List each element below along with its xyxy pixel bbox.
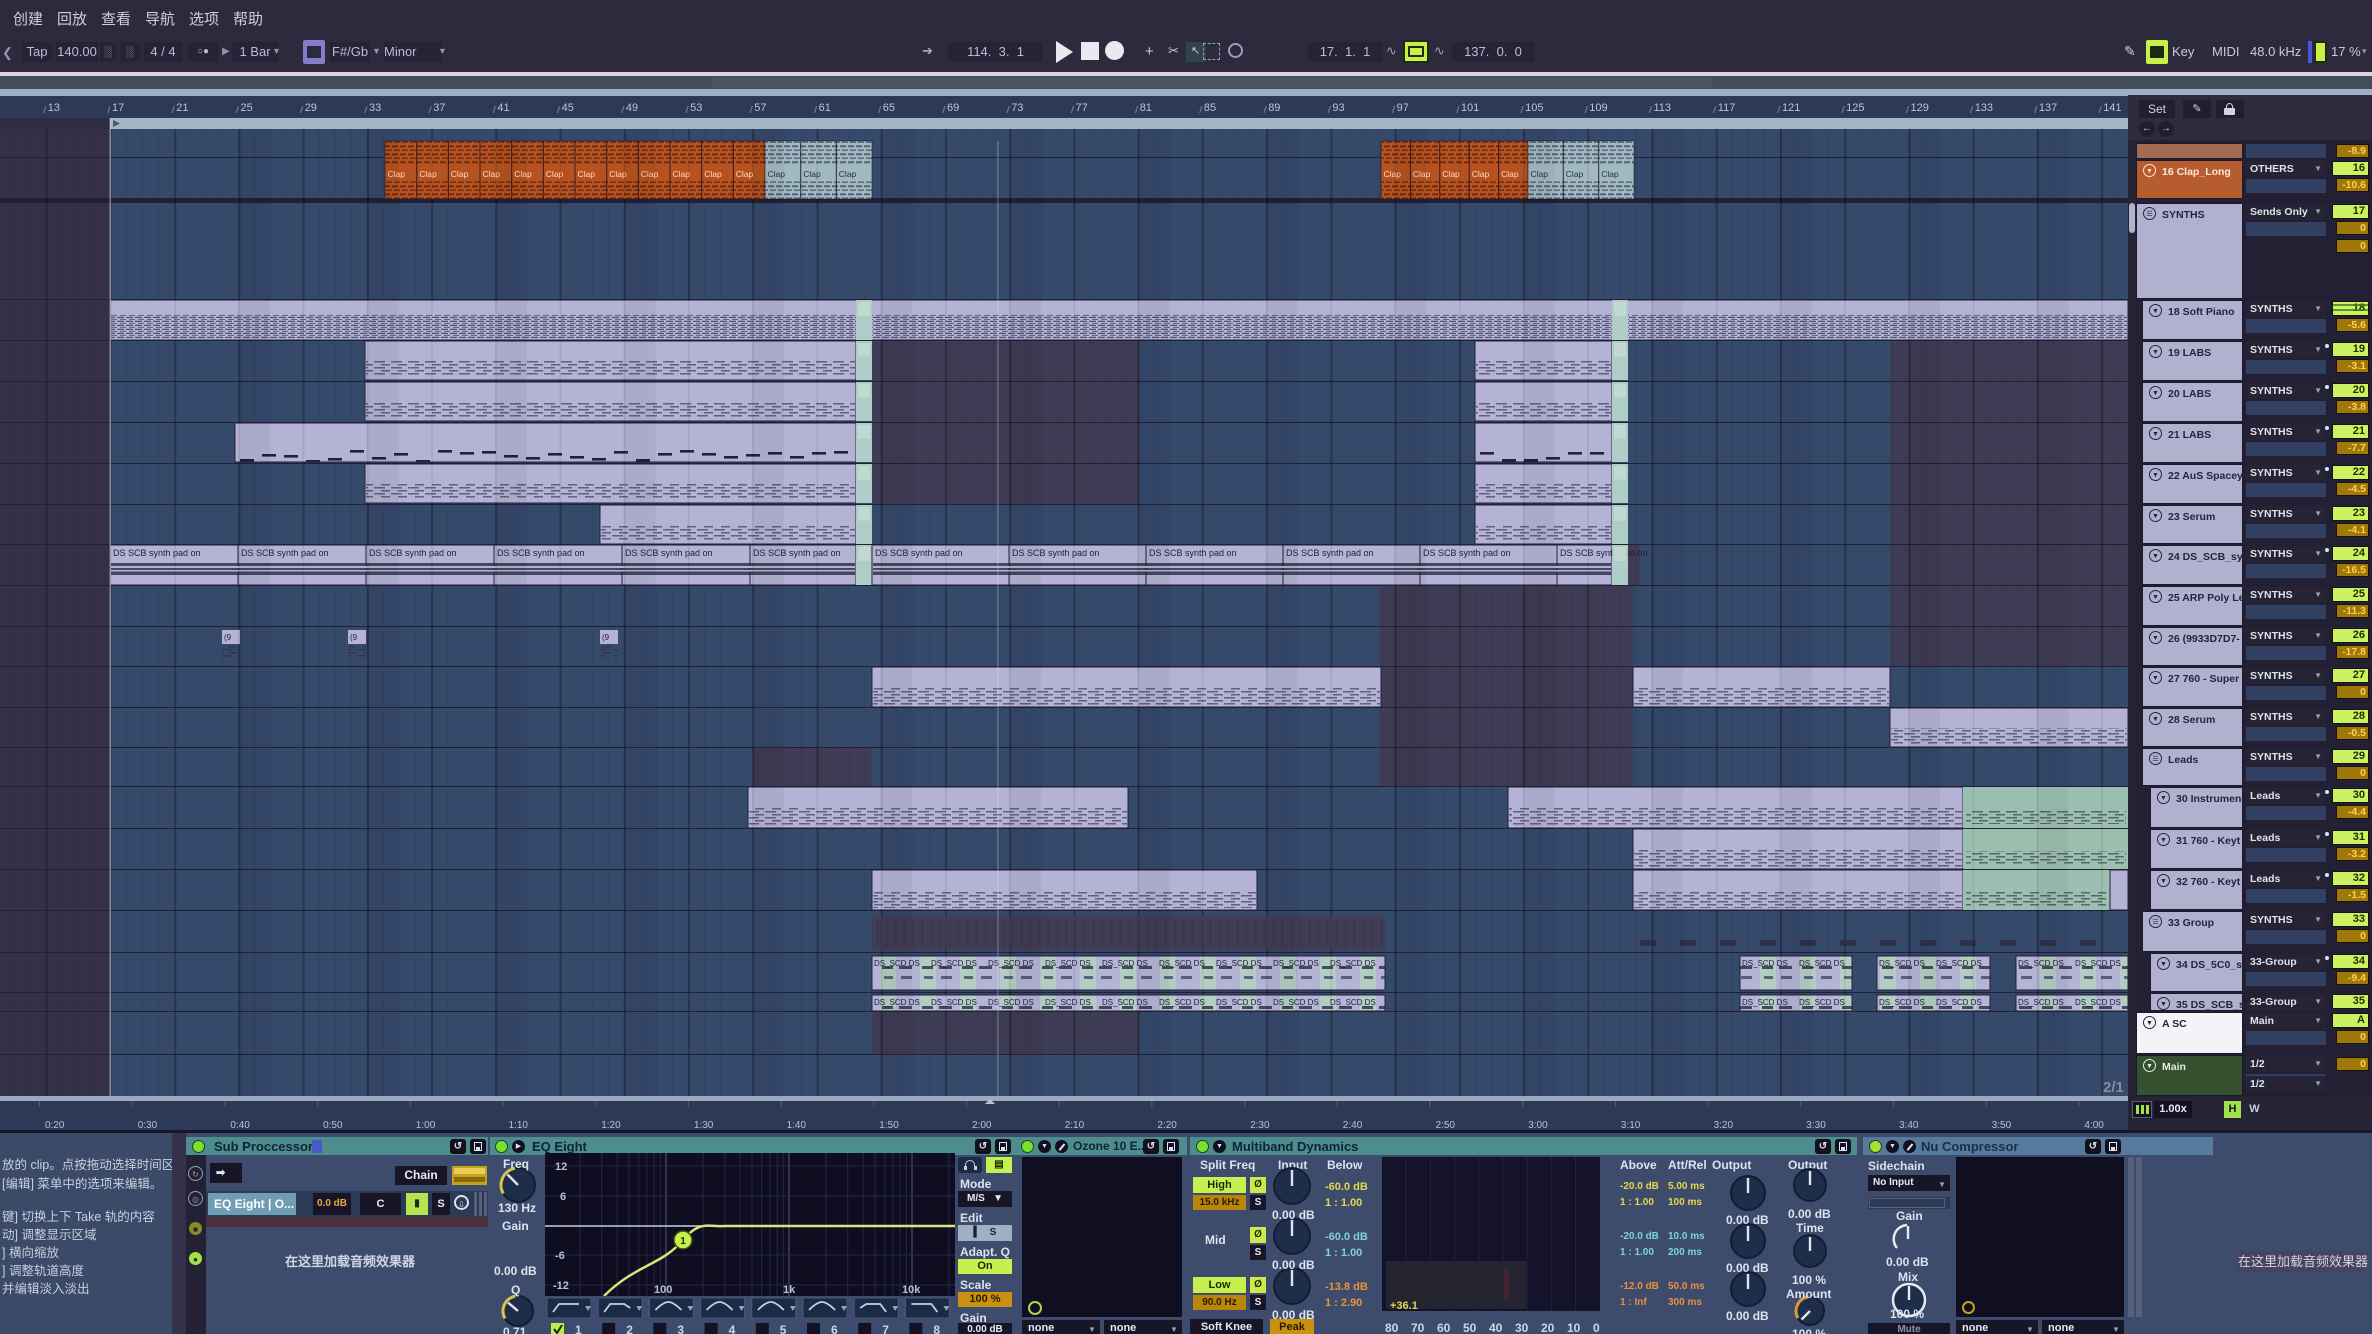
svg-text:DS_SCD DS: DS_SCD DS <box>2075 998 2121 1007</box>
svg-text:93: 93 <box>1332 102 1344 114</box>
svg-text:Clap: Clap <box>736 169 754 179</box>
svg-text:4: 4 <box>729 1323 736 1334</box>
svg-text:7: 7 <box>882 1323 889 1334</box>
svg-text:-12: -12 <box>553 1280 569 1292</box>
svg-text:41: 41 <box>497 102 509 114</box>
svg-text:DS SCB synth pad on: DS SCB synth pad on <box>1286 548 1374 558</box>
svg-text:Clap: Clap <box>1501 169 1519 179</box>
svg-text:2/1: 2/1 <box>2103 1079 2124 1096</box>
svg-text:3: 3 <box>677 1323 684 1334</box>
svg-text:100: 100 <box>654 1284 672 1296</box>
svg-text:Clap: Clap <box>839 169 857 179</box>
svg-text:49: 49 <box>626 102 638 114</box>
svg-text:29: 29 <box>305 102 317 114</box>
svg-text:1k: 1k <box>783 1284 796 1296</box>
svg-text:109: 109 <box>1589 102 1607 114</box>
svg-text:Clap: Clap <box>704 169 722 179</box>
svg-text:Clap: Clap <box>419 169 437 179</box>
svg-text:141: 141 <box>2103 102 2121 114</box>
svg-text:Clap: Clap <box>1442 169 1460 179</box>
svg-text:25: 25 <box>241 102 253 114</box>
svg-text:65: 65 <box>883 102 895 114</box>
svg-text:85: 85 <box>1204 102 1216 114</box>
svg-text:21: 21 <box>176 102 188 114</box>
svg-text:Clap: Clap <box>803 169 821 179</box>
svg-text:13: 13 <box>48 102 60 114</box>
svg-text:Clap: Clap <box>578 169 596 179</box>
svg-text:DS_SCD DS: DS_SCD DS <box>1330 959 1376 968</box>
svg-text:101: 101 <box>1461 102 1479 114</box>
svg-text:DS_SCD DS: DS_SCD DS <box>2075 959 2121 968</box>
svg-text:12: 12 <box>555 1161 567 1173</box>
svg-text:45: 45 <box>562 102 574 114</box>
svg-text:57: 57 <box>754 102 766 114</box>
svg-text:DS_SCD DS: DS_SCD DS <box>1216 959 1262 968</box>
svg-text:81: 81 <box>1140 102 1152 114</box>
svg-text:(9: (9 <box>224 633 232 642</box>
svg-text:33: 33 <box>369 102 381 114</box>
svg-text:77: 77 <box>1076 102 1088 114</box>
svg-text:DS_SCD DS: DS_SCD DS <box>1936 998 1982 1007</box>
svg-text:121: 121 <box>1782 102 1800 114</box>
svg-text:-6: -6 <box>555 1250 565 1262</box>
svg-text:17: 17 <box>112 102 124 114</box>
svg-text:125: 125 <box>1846 102 1864 114</box>
svg-text:DS SCB synth pad on: DS SCB synth pad on <box>113 548 201 558</box>
svg-text:DS_SCD DS: DS_SCD DS <box>1216 998 1262 1007</box>
svg-text:DS_SCD DS: DS_SCD DS <box>1330 998 1376 1007</box>
svg-text:DS_SCD DS: DS_SCD DS <box>1045 998 1091 1007</box>
svg-text:Clap: Clap <box>1601 169 1619 179</box>
svg-text:69: 69 <box>947 102 959 114</box>
svg-text:2: 2 <box>626 1323 633 1334</box>
svg-text:1: 1 <box>575 1323 582 1334</box>
svg-text:1: 1 <box>680 1236 686 1247</box>
svg-text:DS SCB synth pad on: DS SCB synth pad on <box>1423 548 1511 558</box>
svg-text:DS_SCD DS: DS_SCD DS <box>931 998 977 1007</box>
svg-text:Clap: Clap <box>1566 169 1584 179</box>
svg-text:DS SCB synth pad on: DS SCB synth pad on <box>1560 548 1648 558</box>
svg-text:Clap: Clap <box>1472 169 1490 179</box>
svg-text:129: 129 <box>1911 102 1929 114</box>
svg-text:(9: (9 <box>602 633 610 642</box>
svg-text:53: 53 <box>690 102 702 114</box>
svg-text:Clap: Clap <box>673 169 691 179</box>
svg-text:(9: (9 <box>350 633 358 642</box>
svg-text:61: 61 <box>819 102 831 114</box>
svg-text:113: 113 <box>1654 102 1672 114</box>
svg-text:73: 73 <box>1011 102 1023 114</box>
svg-text:DS_SCD DS: DS_SCD DS <box>1045 959 1091 968</box>
svg-text:37: 37 <box>433 102 445 114</box>
svg-text:DS_SCD DS: DS_SCD DS <box>931 959 977 968</box>
svg-text:137: 137 <box>2039 102 2057 114</box>
svg-text:Clap: Clap <box>451 169 469 179</box>
svg-text:97: 97 <box>1397 102 1409 114</box>
svg-text:10k: 10k <box>902 1284 921 1296</box>
svg-text:6: 6 <box>560 1191 566 1203</box>
svg-text:5: 5 <box>780 1323 787 1334</box>
svg-text:117: 117 <box>1718 102 1736 114</box>
svg-text:105: 105 <box>1525 102 1543 114</box>
svg-text:8: 8 <box>933 1323 940 1334</box>
svg-text:6: 6 <box>831 1323 838 1334</box>
svg-text:89: 89 <box>1268 102 1280 114</box>
svg-text:133: 133 <box>1975 102 1993 114</box>
svg-text:DS_SCD DS: DS_SCD DS <box>1936 959 1982 968</box>
